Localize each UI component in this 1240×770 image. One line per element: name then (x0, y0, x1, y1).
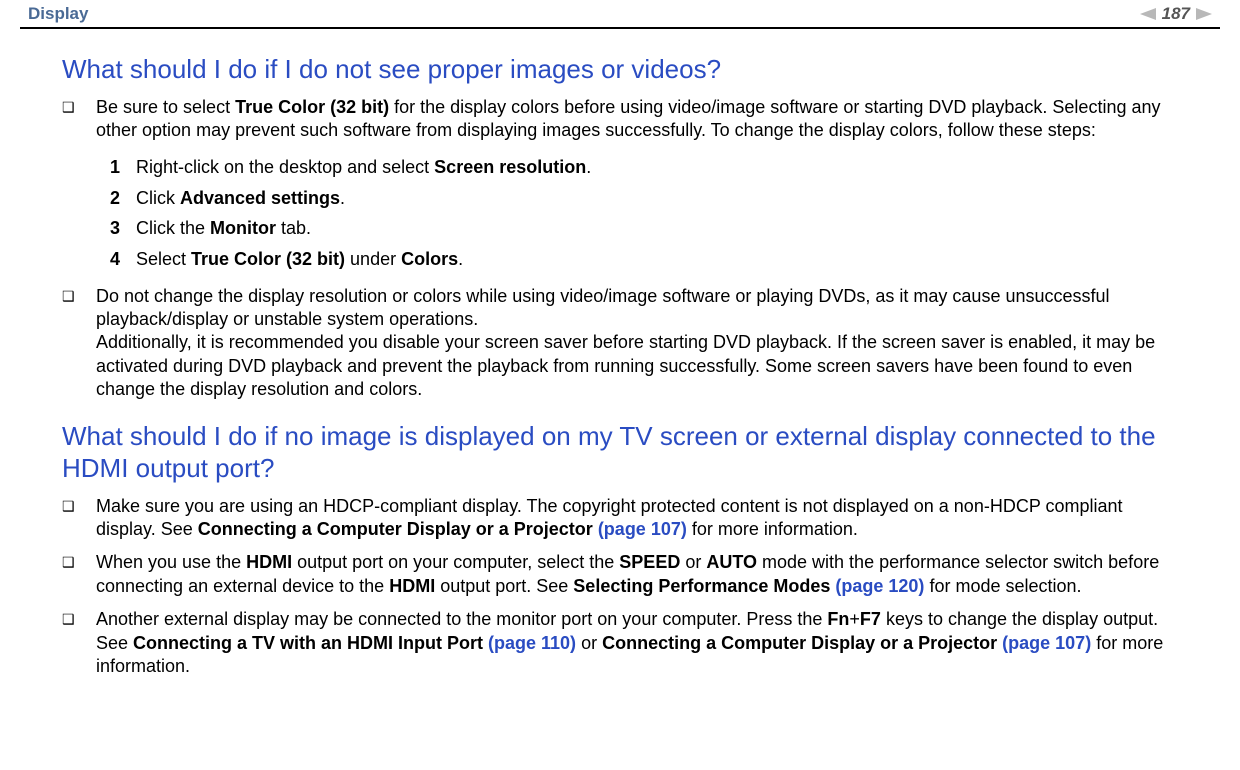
bullet-item: ❑ When you use the HDMI output port on y… (62, 551, 1178, 598)
numbered-list: 1 Right-click on the desktop and select … (110, 152, 1178, 274)
section-title-1: What should I do if I do not see proper … (62, 53, 1178, 86)
bullet-text: Do not change the display resolution or … (96, 285, 1178, 402)
bullet-icon: ❑ (62, 495, 96, 542)
bullet-item: ❑ Do not change the display resolution o… (62, 285, 1178, 402)
bullet-item: ❑ Another external display may be connec… (62, 608, 1178, 678)
page-link-107b[interactable]: (page 107) (1002, 633, 1091, 653)
bullet-text: Another external display may be connecte… (96, 608, 1178, 678)
section-title-2: What should I do if no image is displaye… (62, 420, 1178, 485)
bullet-text: Make sure you are using an HDCP-complian… (96, 495, 1178, 542)
bullet-icon: ❑ (62, 96, 96, 143)
page-number: 187 (1162, 4, 1190, 24)
list-item: 2 Click Advanced settings. (110, 183, 1178, 214)
bullet-item: ❑ Make sure you are using an HDCP-compli… (62, 495, 1178, 542)
page-nav: 187 (1140, 4, 1212, 24)
page-link-120[interactable]: (page 120) (835, 576, 924, 596)
bullet-icon: ❑ (62, 285, 96, 402)
page-link-110[interactable]: (page 110) (488, 633, 576, 653)
bullet-icon: ❑ (62, 551, 96, 598)
breadcrumb: Display (28, 4, 88, 24)
prev-page-icon[interactable] (1140, 8, 1156, 20)
bullet-text: Be sure to select True Color (32 bit) fo… (96, 96, 1178, 143)
bullet-text: When you use the HDMI output port on you… (96, 551, 1178, 598)
bullet-item: ❑ Be sure to select True Color (32 bit) … (62, 96, 1178, 143)
content-area: What should I do if I do not see proper … (0, 29, 1240, 678)
bullet-icon: ❑ (62, 608, 96, 678)
next-page-icon[interactable] (1196, 8, 1212, 20)
page-header: Display 187 (0, 0, 1240, 27)
page-link-107[interactable]: (page 107) (598, 519, 687, 539)
list-item: 1 Right-click on the desktop and select … (110, 152, 1178, 183)
list-item: 3 Click the Monitor tab. (110, 213, 1178, 244)
list-item: 4 Select True Color (32 bit) under Color… (110, 244, 1178, 275)
